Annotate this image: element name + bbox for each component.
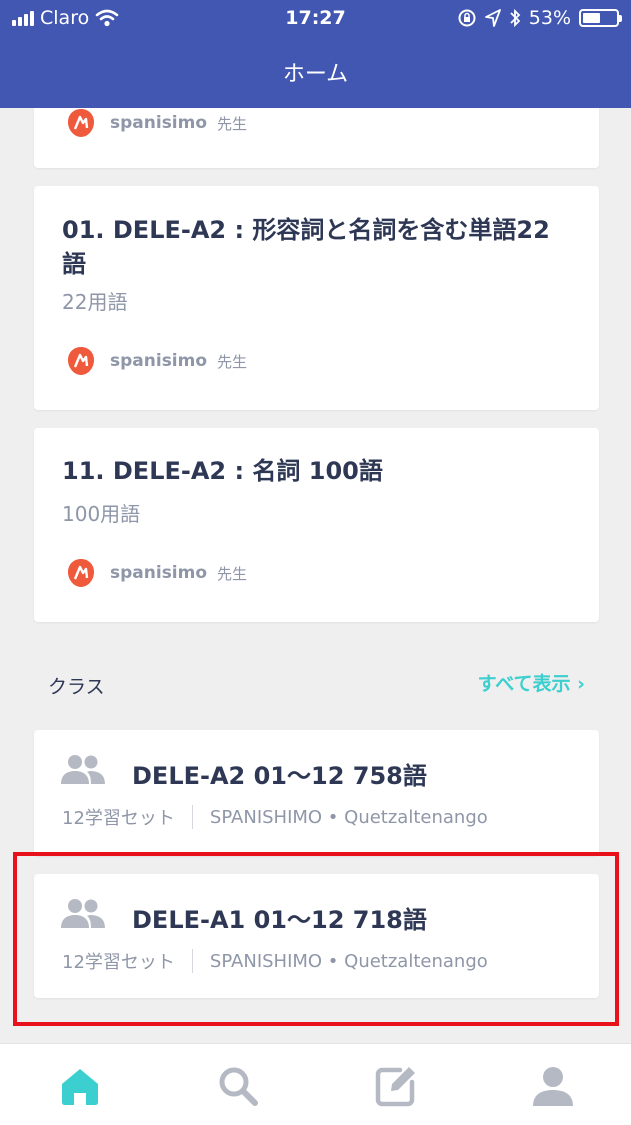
set-author: spanisimo 先生 [66, 346, 247, 376]
teacher-badge: 先生 [217, 114, 248, 133]
study-set-card[interactable]: spanisimo 先生 [34, 108, 599, 168]
location-icon [484, 9, 501, 27]
set-term-count: 100用語 [62, 502, 141, 526]
bottom-tab-bar [0, 1043, 631, 1125]
bluetooth-icon [510, 8, 521, 28]
search-icon[interactable] [216, 1064, 260, 1108]
class-school: SPANISHIMO • Quetzaltenango [209, 806, 488, 828]
author-name: spanisimo [110, 113, 208, 133]
set-title: 11. DELE-A2 : 名詞 100語 [62, 457, 383, 485]
battery-icon [579, 9, 622, 27]
teacher-badge: 先生 [217, 352, 248, 371]
class-meta: 12学習セット SPANISHIMO • Quetzaltenango [62, 804, 488, 830]
orientation-lock-icon [458, 9, 476, 27]
create-icon[interactable] [374, 1064, 418, 1108]
set-title: 01. DELE-A2 : 形容詞と名詞を含む単語22語 [62, 216, 550, 278]
class-set-count: 12学習セット [62, 808, 175, 829]
author-name: spanisimo [110, 563, 208, 583]
divider [191, 805, 193, 829]
battery-percent: 53% [528, 7, 571, 29]
author-name: spanisimo [110, 351, 208, 371]
home-icon[interactable] [58, 1064, 102, 1108]
author-logo-icon [68, 347, 94, 375]
app-header: Claro 17:27 53% ホーム [0, 0, 631, 108]
class-title: DELE-A2 01〜12 758語 [132, 762, 427, 790]
set-author: spanisimo 先生 [66, 108, 247, 138]
study-set-card[interactable]: 11. DELE-A2 : 名詞 100語 100用語 spanisimo 先生 [34, 428, 599, 622]
study-set-card[interactable]: 01. DELE-A2 : 形容詞と名詞を含む単語22語 22用語 spanis… [34, 186, 599, 410]
class-card[interactable]: DELE-A2 01〜12 758語 12学習セット SPANISHIMO • … [34, 730, 599, 856]
selection-highlight [13, 852, 619, 1026]
see-all-classes-link[interactable]: すべて表示 › [478, 669, 585, 696]
author-logo-icon [68, 109, 94, 137]
page-title: ホーム [282, 62, 349, 87]
status-bar: Claro 17:27 53% [0, 0, 631, 38]
profile-icon[interactable] [531, 1064, 575, 1108]
classes-section-title: クラス [48, 676, 105, 698]
set-term-count: 22用語 [62, 290, 128, 314]
author-logo-icon [68, 559, 94, 587]
class-group-icon [61, 755, 105, 784]
teacher-badge: 先生 [217, 564, 248, 583]
set-author: spanisimo 先生 [66, 558, 247, 588]
